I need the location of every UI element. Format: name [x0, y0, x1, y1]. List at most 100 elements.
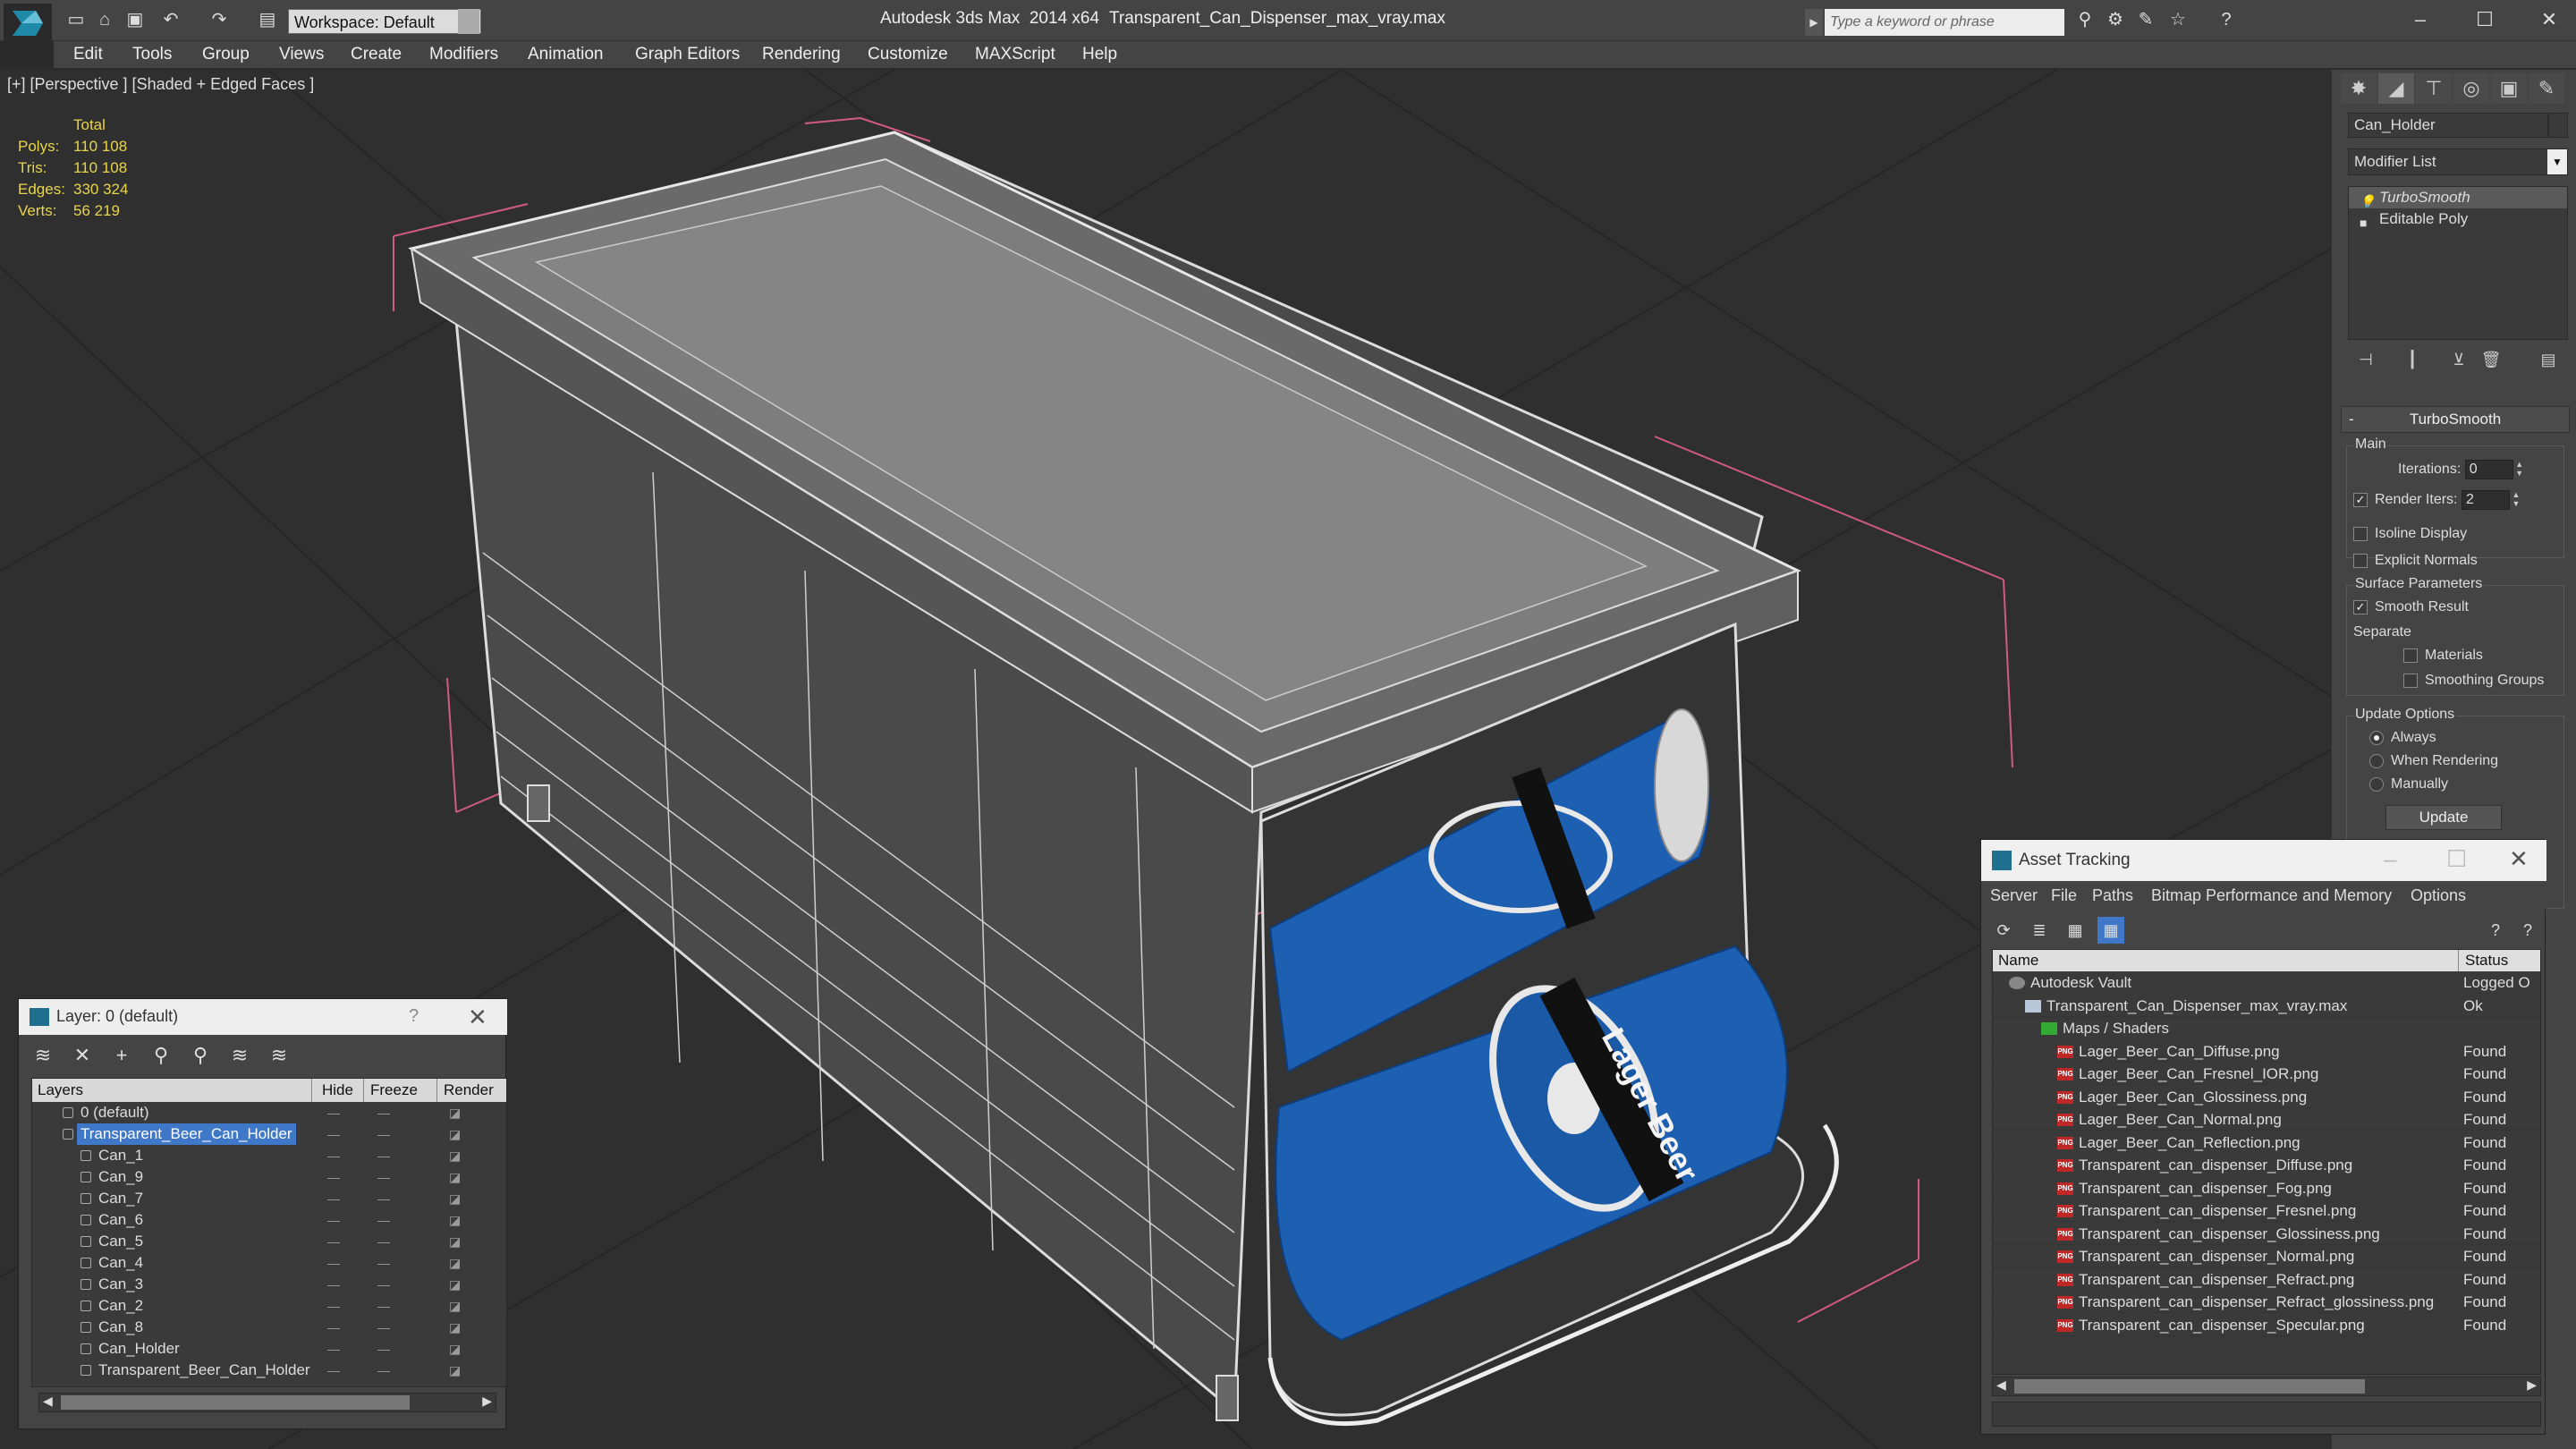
minimize-icon[interactable]: –	[2402, 5, 2438, 34]
explicit-normals-checkbox[interactable]	[2353, 553, 2368, 568]
layer-row[interactable]: Can_2 — — ◪	[32, 1295, 506, 1317]
render-toggle-icon[interactable]: ◪	[449, 1102, 461, 1123]
freeze-toggle-icon[interactable]: —	[377, 1317, 390, 1338]
hide-all-layers-icon[interactable]: ≋	[226, 1042, 253, 1069]
layer-row[interactable]: Can_3 — — ◪	[32, 1274, 506, 1295]
update-button[interactable]: Update	[2385, 805, 2502, 830]
menu-help[interactable]: Help	[1082, 45, 1117, 64]
asset-row[interactable]: PNG Lager_Beer_Can_Fresnel_IOR.png Found	[1993, 1063, 2540, 1085]
menu-animation[interactable]: Animation	[528, 45, 604, 64]
hierarchy-tab-icon[interactable]: ⊤	[2416, 73, 2452, 104]
asset-row[interactable]: Autodesk Vault Logged O	[1993, 971, 2540, 994]
menu-edit[interactable]: Edit	[73, 45, 103, 64]
app-logo-icon[interactable]	[4, 4, 52, 43]
modifier-list-dropdown[interactable]: Modifier List ▼	[2348, 148, 2568, 175]
menu-customize[interactable]: Customize	[868, 45, 948, 64]
render-toggle-icon[interactable]: ◪	[449, 1360, 461, 1381]
render-toggle-icon[interactable]: ◪	[449, 1274, 461, 1295]
close-icon[interactable]: ✕	[2509, 845, 2529, 873]
column-freeze[interactable]: Freeze	[370, 1081, 418, 1099]
menu-graph-editors[interactable]: Graph Editors	[635, 45, 740, 64]
asset-row[interactable]: PNG Lager_Beer_Can_Diffuse.png Found	[1993, 1040, 2540, 1063]
hide-toggle-icon[interactable]: —	[327, 1209, 340, 1231]
render-toggle-icon[interactable]: ◪	[449, 1166, 461, 1188]
isoline-checkbox[interactable]	[2353, 526, 2368, 541]
freeze-toggle-icon[interactable]: —	[377, 1102, 390, 1123]
communication-center-icon[interactable]: ✎	[2134, 9, 2157, 30]
menu-rendering[interactable]: Rendering	[762, 45, 841, 64]
asset-row[interactable]: PNG Transparent_can_dispenser_Refract_glo…	[1993, 1291, 2540, 1313]
freeze-toggle-icon[interactable]: —	[377, 1295, 390, 1317]
help-icon[interactable]: ?	[409, 1006, 419, 1027]
layer-row[interactable]: Transparent_Beer_Can_Holder — — ◪	[32, 1123, 506, 1145]
binoculars-icon[interactable]: ⚲	[2073, 9, 2097, 30]
menu-group[interactable]: Group	[202, 45, 250, 64]
thumbnail-view-icon[interactable]: ▦	[2062, 917, 2089, 944]
menu-tools[interactable]: Tools	[132, 45, 172, 64]
viewport-label[interactable]: [+] [Perspective ] [Shaded + Edged Faces…	[7, 75, 314, 94]
stack-item-editable-poly[interactable]: ■ Editable Poly	[2349, 208, 2567, 230]
asset-row[interactable]: PNG Transparent_can_dispenser_Specular.pn…	[1993, 1314, 2540, 1336]
make-unique-icon[interactable]: ⊻	[2446, 347, 2471, 372]
save-icon[interactable]: ▣	[123, 9, 147, 30]
render-toggle-icon[interactable]: ◪	[449, 1295, 461, 1317]
menu-options[interactable]: Options	[2411, 886, 2466, 905]
materials-checkbox[interactable]	[2403, 648, 2418, 663]
redo-icon[interactable]: ↷	[208, 9, 231, 30]
asset-row[interactable]: PNG Transparent_can_dispenser_Glossiness.…	[1993, 1223, 2540, 1245]
render-iters-spinner[interactable]: 2	[2461, 490, 2510, 510]
render-toggle-icon[interactable]: ◪	[449, 1145, 461, 1166]
asset-row[interactable]: PNG Lager_Beer_Can_Normal.png Found	[1993, 1108, 2540, 1131]
render-toggle-icon[interactable]: ◪	[449, 1209, 461, 1231]
workspace-dropdown[interactable]: Workspace: Default	[288, 9, 481, 34]
manually-radio[interactable]	[2369, 776, 2384, 792]
layer-row[interactable]: Can_9 — — ◪	[32, 1166, 506, 1188]
freeze-all-layers-icon[interactable]: ≋	[266, 1042, 292, 1069]
asset-row[interactable]: PNG Lager_Beer_Can_Glossiness.png Found	[1993, 1086, 2540, 1108]
hide-toggle-icon[interactable]: —	[327, 1252, 340, 1274]
asset-row[interactable]: PNG Transparent_can_dispenser_Diffuse.png…	[1993, 1154, 2540, 1176]
asset-window-titlebar[interactable]: Asset Tracking – ☐ ✕	[1981, 840, 2546, 881]
hide-toggle-icon[interactable]: —	[327, 1360, 340, 1381]
hide-toggle-icon[interactable]: —	[327, 1102, 340, 1123]
maximize-icon[interactable]: ☐	[2467, 5, 2503, 34]
freeze-toggle-icon[interactable]: —	[377, 1338, 390, 1360]
delete-layer-icon[interactable]: ✕	[69, 1042, 96, 1069]
render-iters-checkbox[interactable]: ✓	[2353, 493, 2368, 507]
hide-toggle-icon[interactable]: —	[327, 1295, 340, 1317]
display-tab-icon[interactable]: ▣	[2491, 73, 2527, 104]
search-expand-icon[interactable]: ▶	[1805, 9, 1823, 36]
hide-toggle-icon[interactable]: —	[327, 1231, 340, 1252]
scrollbar-thumb[interactable]	[2014, 1379, 2365, 1394]
help-icon[interactable]: ?	[2482, 917, 2509, 944]
menu-maxscript[interactable]: MAXScript	[975, 45, 1055, 64]
freeze-toggle-icon[interactable]: —	[377, 1188, 390, 1209]
close-icon[interactable]: ✕	[2531, 5, 2567, 34]
create-layer-icon[interactable]: ≋	[30, 1042, 56, 1069]
layer-row[interactable]: Can_5 — — ◪	[32, 1231, 506, 1252]
open-file-icon[interactable]: ⌂	[93, 9, 116, 30]
asset-row[interactable]: PNG Lager_Beer_Can_Reflection.png Found	[1993, 1131, 2540, 1154]
hide-toggle-icon[interactable]: —	[327, 1317, 340, 1338]
column-layers[interactable]: Layers	[38, 1081, 83, 1099]
list-view-icon[interactable]: ≣	[2026, 917, 2053, 944]
render-toggle-icon[interactable]: ◪	[449, 1317, 461, 1338]
render-toggle-icon[interactable]: ◪	[449, 1123, 461, 1145]
expand-icon[interactable]: ■	[2360, 212, 2367, 233]
subscription-icon[interactable]: ⚙	[2104, 9, 2127, 30]
asset-row[interactable]: Maps / Shaders	[1993, 1017, 2540, 1039]
freeze-toggle-icon[interactable]: —	[377, 1274, 390, 1295]
remove-modifier-icon[interactable]: 🗑	[2479, 347, 2504, 372]
menu-modifiers[interactable]: Modifiers	[429, 45, 498, 64]
menu-file[interactable]: File	[2051, 886, 2077, 905]
table-view-icon[interactable]: ▦	[2097, 917, 2124, 944]
hide-toggle-icon[interactable]: —	[327, 1274, 340, 1295]
close-icon[interactable]: ✕	[468, 1004, 487, 1031]
layer-horizontal-scrollbar[interactable]: ◀ ▶	[38, 1393, 496, 1412]
menu-bitmap-performance[interactable]: Bitmap Performance and Memory	[2151, 886, 2392, 905]
hide-toggle-icon[interactable]: —	[327, 1188, 340, 1209]
hide-toggle-icon[interactable]: —	[327, 1338, 340, 1360]
utilities-tab-icon[interactable]: ✎	[2529, 73, 2564, 104]
add-to-layer-icon[interactable]: +	[108, 1042, 135, 1069]
help-icon[interactable]: ?	[2215, 9, 2238, 30]
